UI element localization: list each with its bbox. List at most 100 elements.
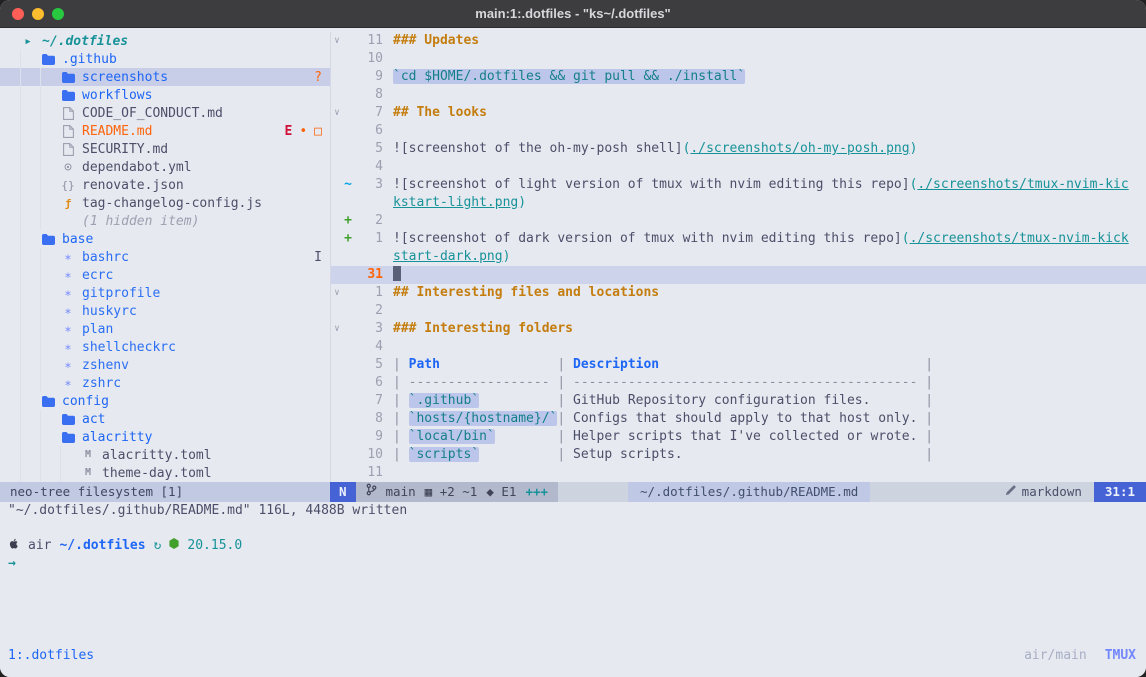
text-segment: |: [550, 429, 573, 444]
line-text: ## Interesting files and locations: [393, 284, 1146, 302]
tree-item-renovate[interactable]: {}renovate.json: [0, 176, 330, 194]
folder-icon: [40, 54, 56, 65]
tree-item-alacritty-toml[interactable]: Malacritty.toml: [0, 446, 330, 464]
tree-item-plan[interactable]: ∗plan: [0, 320, 330, 338]
star-icon: ∗: [60, 287, 76, 299]
tree-item-huskyrc[interactable]: ∗huskyrc: [0, 302, 330, 320]
editor-line[interactable]: kstart-light.png): [331, 194, 1146, 212]
git-sign: [343, 158, 353, 176]
fold-marker-icon[interactable]: ∨: [331, 320, 343, 338]
tree-item-readme[interactable]: README.mdE•□: [0, 122, 330, 140]
tree-item-shellcheckrc[interactable]: ∗shellcheckrc: [0, 338, 330, 356]
git-sign: +: [343, 212, 353, 230]
fold-marker-icon[interactable]: ∨: [331, 104, 343, 122]
tree-item-ecrc[interactable]: ∗ecrc: [0, 266, 330, 284]
text-segment: Helper scripts that I've collected or wr…: [573, 429, 917, 444]
line-text: | `.github` | GitHub Repository configur…: [393, 392, 1146, 410]
tree-item-theme-day-toml[interactable]: Mtheme-day.toml: [0, 464, 330, 482]
window-title: main:1:.dotfiles - "ks~/.dotfiles": [475, 6, 670, 21]
tree-item-hidden-count[interactable]: (1 hidden item): [0, 212, 330, 230]
status-badge: E: [285, 124, 293, 139]
text-segment: ./screenshots/oh-my-posh.png: [690, 141, 909, 156]
tree-item-code-of-conduct[interactable]: CODE_OF_CONDUCT.md: [0, 104, 330, 122]
editor-line[interactable]: 2: [331, 302, 1146, 320]
editor-line[interactable]: 5| Path | Description |: [331, 356, 1146, 374]
editor-line[interactable]: 4: [331, 158, 1146, 176]
editor-line[interactable]: +1![screenshot of dark version of tmux w…: [331, 230, 1146, 248]
tree-item-gitprofile[interactable]: ∗gitprofile: [0, 284, 330, 302]
tree-item-label: plan: [82, 322, 113, 337]
editor-line[interactable]: 4: [331, 338, 1146, 356]
editor-line[interactable]: 31: [331, 266, 1146, 284]
line-text: ## The looks: [393, 104, 1146, 122]
editor-line[interactable]: 11: [331, 464, 1146, 482]
text-segment: |: [393, 411, 409, 426]
editor-line[interactable]: ∨3### Interesting folders: [331, 320, 1146, 338]
line-text: [393, 464, 1146, 482]
editor-line[interactable]: ∨11### Updates: [331, 32, 1146, 50]
tree-item-screenshots[interactable]: screenshots?: [0, 68, 330, 86]
editor-line[interactable]: 8: [331, 86, 1146, 104]
text-segment: [479, 393, 549, 408]
fold-marker-icon: [331, 248, 343, 266]
git-sign: [343, 410, 353, 428]
editor-line[interactable]: 9| `local/bin` | Helper scripts that I'v…: [331, 428, 1146, 446]
tree-item-config[interactable]: config: [0, 392, 330, 410]
editor-line[interactable]: 6: [331, 122, 1146, 140]
terminal-content: ▸~/.dotfiles.githubscreenshots? workflows…: [0, 28, 1146, 677]
minimize-button[interactable]: [32, 8, 44, 20]
editor-line[interactable]: start-dark.png): [331, 248, 1146, 266]
line-number: 5: [353, 140, 383, 158]
tree-item-label: workflows: [82, 88, 152, 103]
tree-item-bashrc[interactable]: ∗bashrcI: [0, 248, 330, 266]
fold-marker-icon: [331, 338, 343, 356]
tree-item-root[interactable]: ▸~/.dotfiles: [0, 32, 330, 50]
tree-item-badges: I: [306, 250, 322, 265]
indent-guide: [40, 68, 60, 86]
tree-item-zshrc[interactable]: ∗zshrc: [0, 374, 330, 392]
editor-line[interactable]: 6| ------------------ | ----------------…: [331, 374, 1146, 392]
tree-item-dependabot[interactable]: ⊙dependabot.yml: [0, 158, 330, 176]
editor-line[interactable]: 8| `hosts/{hostname}/`| Configs that sho…: [331, 410, 1146, 428]
tree-item-label: ~/.dotfiles: [42, 34, 128, 49]
shell-input-line[interactable]: →: [8, 554, 1146, 572]
close-button[interactable]: [12, 8, 24, 20]
indent-guide: [40, 446, 60, 464]
tree-item-act[interactable]: act: [0, 410, 330, 428]
text-segment: ./screenshots/tmux-nvim-kic: [917, 177, 1128, 192]
editor-line[interactable]: +2: [331, 212, 1146, 230]
editor-line[interactable]: ∨1## Interesting files and locations: [331, 284, 1146, 302]
tmux-window-tab[interactable]: 1:.dotfiles: [8, 648, 94, 663]
indent-guide: [20, 374, 40, 392]
fold-marker-icon[interactable]: ∨: [331, 284, 343, 302]
git-sign: [343, 374, 353, 392]
tree-item-base[interactable]: base: [0, 230, 330, 248]
editor-line[interactable]: 5![screenshot of the oh-my-posh shell](.…: [331, 140, 1146, 158]
editor-line[interactable]: 10| `scripts` | Setup scripts. |: [331, 446, 1146, 464]
line-number: 9: [353, 68, 383, 86]
editor-line[interactable]: 10: [331, 50, 1146, 68]
nvim-panes: ▸~/.dotfiles.githubscreenshots? workflows…: [0, 28, 1146, 482]
tree-item-tag-changelog[interactable]: ƒtag-changelog-config.js: [0, 194, 330, 212]
editor-line[interactable]: ∨7## The looks: [331, 104, 1146, 122]
editor-line[interactable]: 9`cd $HOME/.dotfiles && git pull && ./in…: [331, 68, 1146, 86]
editor-line[interactable]: ~3![screenshot of light version of tmux …: [331, 176, 1146, 194]
line-number: 1: [353, 230, 383, 248]
text-segment: Configs that should apply to that host o…: [573, 411, 917, 426]
cursor: [393, 266, 401, 281]
tree-item-alacritty[interactable]: alacritty: [0, 428, 330, 446]
tree-item-github[interactable]: .github: [0, 50, 330, 68]
tree-item-security[interactable]: SECURITY.md: [0, 140, 330, 158]
text-segment: ![screenshot of light version of tmux wi…: [393, 177, 910, 192]
editor-line[interactable]: 7| `.github` | GitHub Repository configu…: [331, 392, 1146, 410]
gutter-gap: [383, 410, 393, 428]
tree-item-label: (1 hidden item): [82, 214, 199, 229]
text-segment: [479, 447, 549, 462]
editor-buffer[interactable]: ∨11### Updates109`cd $HOME/.dotfiles && …: [331, 32, 1146, 482]
line-number: 4: [353, 158, 383, 176]
tree-item-workflows[interactable]: workflows: [0, 86, 330, 104]
indent-guide: [20, 446, 40, 464]
tree-item-zshenv[interactable]: ∗zshenv: [0, 356, 330, 374]
zoom-button[interactable]: [52, 8, 64, 20]
fold-marker-icon[interactable]: ∨: [331, 32, 343, 50]
